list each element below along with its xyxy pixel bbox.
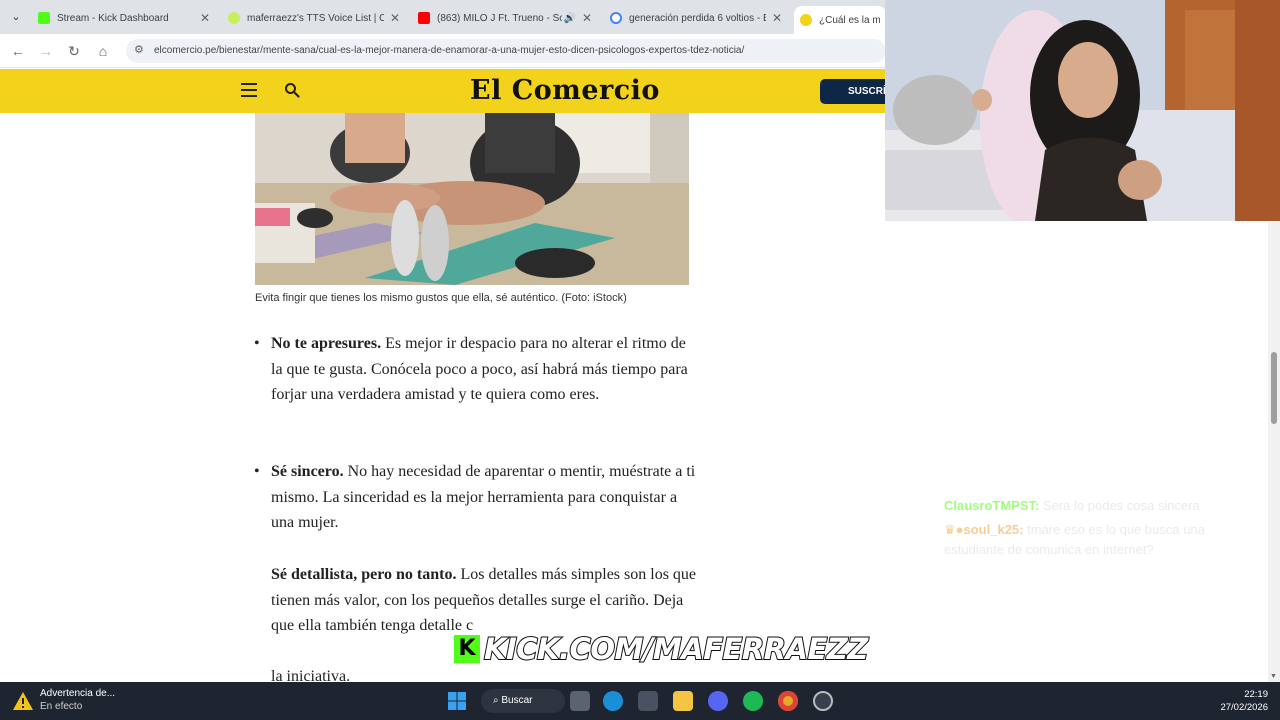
obs-icon[interactable]: [813, 691, 833, 711]
kick-channel-url: KICK.COM/MAFERRAEZZ: [483, 631, 869, 667]
list-item-heading: No te apresures.: [271, 335, 382, 352]
google-favicon-icon: [610, 12, 622, 24]
tab-kick-dashboard[interactable]: Stream - Kick Dashboard ✕: [32, 6, 218, 30]
webcam-overlay: [885, 0, 1280, 221]
clock-date: 27/02/2026: [1220, 702, 1268, 713]
search-icon[interactable]: [284, 82, 300, 98]
warning-icon: [13, 692, 33, 710]
kick-logo-icon: K: [454, 635, 480, 663]
warning-title: Advertencia de...: [40, 688, 116, 699]
list-item: No te apresures. Es mejor ir despacio pa…: [254, 331, 701, 408]
forward-arrow-icon[interactable]: →: [36, 41, 56, 61]
tab-youtube-music[interactable]: (863) MILO J Ft. Trueno - So 🔊 ✕: [412, 6, 600, 30]
close-tab-icon[interactable]: ✕: [198, 11, 212, 25]
stream-chat: ClausroTMPST: Sera lo podes cosa sincera…: [944, 496, 1264, 564]
photo-caption: Evita fingir que tienes los mismo gustos…: [255, 292, 627, 304]
chat-message: ♛●soul_k25: tmare eso es lo que busca un…: [944, 520, 1264, 560]
warning-subtitle: En efecto: [40, 701, 83, 712]
sub-badge-icon: ●: [955, 522, 964, 537]
tab-search-chevron-icon[interactable]: ⌄: [6, 8, 26, 26]
system-clock[interactable]: 22:19 27/02/2026: [1200, 688, 1268, 714]
kick-watermark: K KICK.COM/MAFERRAEZZ: [454, 631, 869, 667]
chat-message: ClausroTMPST: Sera lo podes cosa sincera: [944, 496, 1264, 516]
site-settings-icon[interactable]: ⚙: [134, 43, 144, 56]
el-comercio-favicon-icon: [800, 14, 812, 26]
site-logo[interactable]: El Comercio: [440, 75, 690, 106]
list-item-continuation: la iniciativa.: [271, 664, 701, 682]
taskbar-search[interactable]: ⌕ Buscar: [481, 689, 565, 713]
chat-username: soul_k25:: [963, 522, 1024, 537]
close-tab-icon[interactable]: ✕: [388, 11, 402, 25]
discord-icon[interactable]: [708, 691, 728, 711]
crown-badge-icon: ♛: [944, 522, 956, 537]
article-photo: [255, 113, 689, 285]
spotify-icon[interactable]: [743, 691, 763, 711]
list-item-text: la iniciativa.: [271, 668, 351, 682]
page-scrollbar[interactable]: ▼: [1268, 222, 1280, 682]
back-arrow-icon[interactable]: ←: [8, 41, 28, 61]
edge-icon[interactable]: [603, 691, 623, 711]
kick-favicon-icon: [38, 12, 50, 24]
scrollbar-thumb[interactable]: [1271, 352, 1277, 424]
tab-google-search[interactable]: generación perdida 6 voltios - B ✕: [604, 6, 790, 30]
youtube-favicon-icon: [418, 12, 430, 24]
windows-start-icon[interactable]: [447, 691, 467, 711]
chat-text: Sera lo podes cosa sincera: [1039, 498, 1200, 513]
url-text[interactable]: elcomercio.pe/bienestar/mente-sana/cual-…: [154, 45, 744, 56]
file-explorer-icon[interactable]: [673, 691, 693, 711]
close-tab-icon[interactable]: ✕: [580, 11, 594, 25]
list-item-heading: Sé sincero.: [271, 463, 344, 480]
weather-warning-widget[interactable]: Advertencia de... En efecto: [12, 687, 115, 713]
tab-el-comercio[interactable]: ¿Cuál es la mejo: [794, 6, 886, 34]
close-tab-icon[interactable]: ✕: [770, 11, 784, 25]
chrome-icon[interactable]: [778, 691, 798, 711]
clock-time: 22:19: [1244, 689, 1268, 700]
list-item-heading: Sé detallista, pero no tanto.: [271, 566, 457, 583]
address-bar[interactable]: ⚙ elcomercio.pe/bienestar/mente-sana/cua…: [126, 39, 886, 63]
menu-icon[interactable]: [241, 83, 257, 97]
windows-taskbar: Advertencia de... En efecto ⌕ Buscar 22:…: [0, 682, 1280, 720]
home-icon[interactable]: ⌂: [93, 41, 113, 61]
taskbar-search-label: Buscar: [501, 695, 533, 706]
scroll-down-arrow-icon[interactable]: ▼: [1270, 673, 1277, 680]
tab-tts-voice-list[interactable]: maferraezz's TTS Voice List | Ca ✕: [222, 6, 408, 30]
list-item: Sé sincero. No hay necesidad de aparenta…: [254, 459, 701, 536]
reload-icon[interactable]: ↻: [64, 41, 84, 61]
tts-favicon-icon: [228, 12, 240, 24]
store-icon[interactable]: [638, 691, 658, 711]
chat-username: ClausroTMPST:: [944, 498, 1040, 513]
task-view-icon[interactable]: [570, 691, 590, 711]
speaker-icon[interactable]: 🔊: [564, 13, 576, 24]
